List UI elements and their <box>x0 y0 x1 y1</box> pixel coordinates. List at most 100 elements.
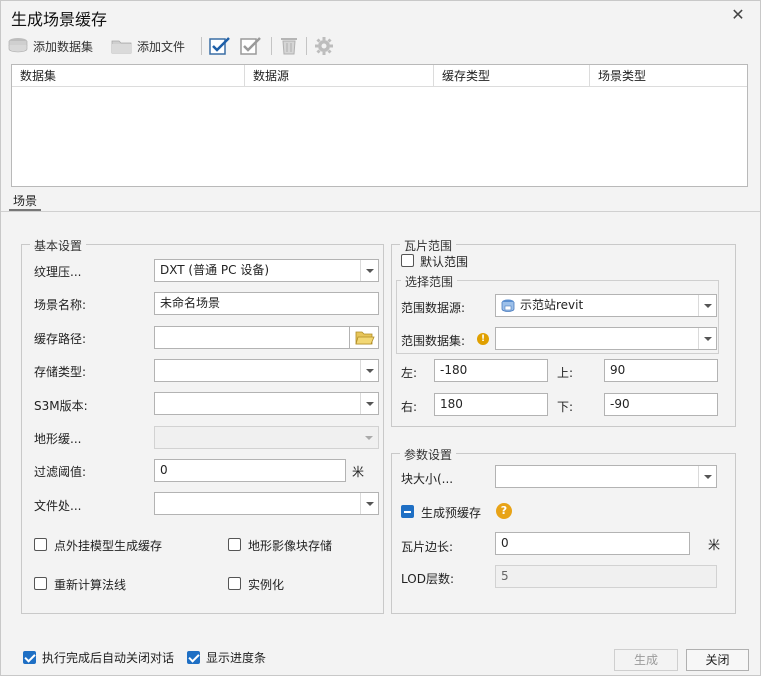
chevron-down-icon <box>360 393 378 414</box>
recompute-normals-checkbox[interactable] <box>34 577 47 590</box>
add-file-button[interactable]: 添加文件 <box>111 35 185 57</box>
select-all-button[interactable] <box>208 35 232 57</box>
filter-unit: 米 <box>352 465 365 479</box>
column-header[interactable]: 数据源 <box>245 65 434 87</box>
dialog-window: 生成场景缓存 ✕ 添加数据集 添加文件 数据集 数据源 缓存类型 场景类型 场景… <box>0 0 761 676</box>
check-invert-icon <box>240 37 261 55</box>
dataset-table[interactable]: 数据集 数据源 缓存类型 场景类型 <box>11 64 748 187</box>
invert-select-button[interactable] <box>239 35 263 57</box>
auto-close-label: 执行完成后自动关闭对话 <box>42 651 175 665</box>
tab-divider <box>1 211 760 212</box>
title-bar: 生成场景缓存 ✕ <box>1 1 760 31</box>
terrain-block-checkbox[interactable] <box>228 538 241 551</box>
recompute-normals-label: 重新计算法线 <box>54 578 127 592</box>
close-icon[interactable]: ✕ <box>728 5 748 25</box>
group-title: 基本设置 <box>30 237 87 254</box>
left-input[interactable]: -180 <box>434 359 548 382</box>
tab-scene[interactable]: 场景 <box>13 192 37 209</box>
settings-button[interactable] <box>313 35 335 57</box>
range-dataset-label: 范围数据集: <box>401 334 466 348</box>
range-datasource-value: 示范站revit <box>520 298 584 312</box>
storage-type-select[interactable] <box>154 359 379 382</box>
file-label: 文件处... <box>34 499 82 513</box>
block-size-select[interactable] <box>495 465 717 488</box>
terrain-label: 地形缓... <box>34 432 82 446</box>
chevron-down-icon <box>360 260 378 281</box>
instancing-checkbox[interactable] <box>228 577 241 590</box>
toolbar-separator <box>306 37 307 55</box>
point-model-checkbox[interactable] <box>34 538 47 551</box>
range-dataset-select[interactable] <box>495 327 717 350</box>
add-dataset-label: 添加数据集 <box>33 39 94 54</box>
cache-path-input[interactable] <box>154 326 350 349</box>
dialog-title: 生成场景缓存 <box>11 10 108 29</box>
trash-icon <box>281 38 297 55</box>
left-label: 左: <box>401 366 418 380</box>
cache-path-label: 缓存路径: <box>34 332 87 346</box>
tile-edge-input[interactable]: 0 <box>495 532 690 555</box>
chevron-down-icon <box>698 295 716 316</box>
toolbar: 添加数据集 添加文件 <box>1 33 760 59</box>
file-select[interactable] <box>154 492 379 515</box>
default-range-label: 默认范围 <box>420 255 469 269</box>
s3m-version-select[interactable] <box>154 392 379 415</box>
pre-cache-label: 生成预缓存 <box>421 506 482 520</box>
lod-label: LOD层数: <box>401 572 454 586</box>
chevron-down-icon <box>360 360 378 381</box>
browse-folder-button[interactable] <box>349 326 379 349</box>
filter-input[interactable]: 0 <box>154 459 346 482</box>
group-title: 选择范围 <box>401 273 458 290</box>
chevron-down-icon <box>698 466 716 487</box>
filter-label: 过滤阈值: <box>34 465 87 479</box>
check-all-icon <box>209 37 230 55</box>
show-progress-checkbox[interactable] <box>187 651 200 664</box>
param-settings-group: 参数设置 块大小(... 生成预缓存 ? 瓦片边长: 0 米 LOD层数: 5 <box>391 446 736 614</box>
help-icon[interactable]: ? <box>496 503 512 519</box>
column-header[interactable]: 场景类型 <box>590 65 747 87</box>
pre-cache-checkbox[interactable] <box>401 505 414 518</box>
toolbar-separator <box>271 37 272 55</box>
tile-edge-label: 瓦片边长: <box>401 540 454 554</box>
chevron-down-icon <box>360 427 378 448</box>
range-datasource-label: 范围数据源: <box>401 301 466 315</box>
toolbar-separator <box>201 37 202 55</box>
bottom-label: 下: <box>557 400 574 414</box>
auto-close-checkbox[interactable] <box>23 651 36 664</box>
chevron-down-icon <box>360 493 378 514</box>
default-range-checkbox[interactable] <box>401 254 414 267</box>
top-input[interactable]: 90 <box>604 359 718 382</box>
delete-button[interactable] <box>278 35 300 57</box>
warning-icon: ! <box>477 333 489 345</box>
folder-icon <box>111 40 132 54</box>
database-icon <box>8 38 28 53</box>
range-datasource-select[interactable]: 示范站revit <box>495 294 717 317</box>
texture-select[interactable]: DXT (普通 PC 设备) <box>154 259 379 282</box>
column-header[interactable]: 缓存类型 <box>434 65 590 87</box>
add-file-label: 添加文件 <box>137 39 186 54</box>
scene-name-input[interactable]: 未命名场景 <box>154 292 379 315</box>
lod-input[interactable]: 5 <box>495 565 717 588</box>
basic-settings-group: 基本设置 纹理压... DXT (普通 PC 设备) 场景名称: 未命名场景 缓… <box>21 237 384 614</box>
select-range-group: 选择范围 范围数据源: 示范站revit 范围数据集: ! <box>396 273 719 354</box>
tile-range-group: 瓦片范围 默认范围 选择范围 范围数据源: 示范站revit 范围数据集: ! … <box>391 237 736 427</box>
terrain-select[interactable] <box>154 426 379 449</box>
scene-name-label: 场景名称: <box>34 298 87 312</box>
right-label: 右: <box>401 400 418 414</box>
terrain-block-label: 地形影像块存储 <box>248 539 333 553</box>
open-folder-icon <box>355 331 375 345</box>
top-label: 上: <box>557 366 574 380</box>
close-button[interactable]: 关闭 <box>686 649 749 671</box>
datasource-icon <box>501 299 515 312</box>
generate-button[interactable]: 生成 <box>614 649 678 671</box>
block-size-label: 块大小(... <box>401 472 454 486</box>
column-header[interactable]: 数据集 <box>12 65 245 87</box>
chevron-down-icon <box>698 328 716 349</box>
add-dataset-button[interactable]: 添加数据集 <box>7 35 93 57</box>
bottom-input[interactable]: -90 <box>604 393 718 416</box>
right-input[interactable]: 180 <box>434 393 548 416</box>
gear-icon <box>315 37 333 55</box>
tile-edge-unit: 米 <box>708 538 721 552</box>
point-model-label: 点外挂模型生成缓存 <box>54 539 163 553</box>
storage-type-label: 存储类型: <box>34 365 87 379</box>
show-progress-label: 显示进度条 <box>206 651 267 665</box>
